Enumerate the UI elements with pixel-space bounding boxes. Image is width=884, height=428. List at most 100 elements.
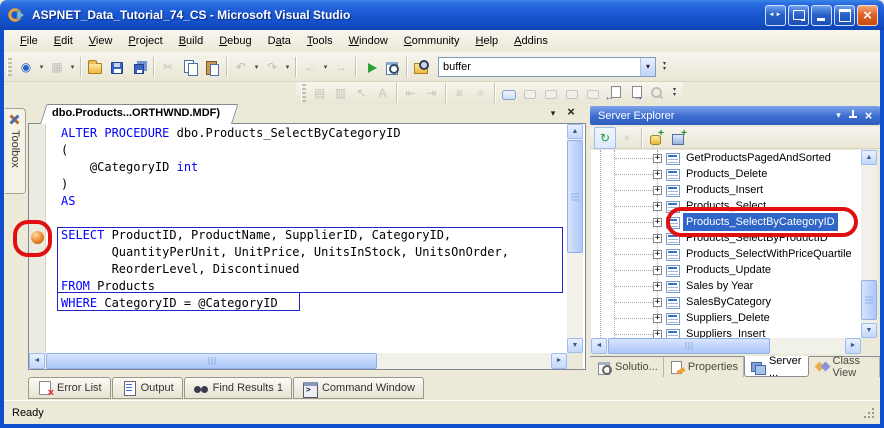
- scroll-up-icon[interactable]: ▲: [861, 150, 877, 165]
- expand-plus-icon[interactable]: [653, 170, 662, 179]
- breakpoint-glyph[interactable]: [31, 231, 44, 244]
- start-debugging-button[interactable]: [359, 56, 381, 78]
- menu-addins[interactable]: Addins: [506, 32, 556, 50]
- check-out-button[interactable]: [624, 83, 645, 103]
- expand-plus-icon[interactable]: [653, 314, 662, 323]
- toolbar-overflow-chevron-icon[interactable]: [668, 88, 681, 98]
- menu-project[interactable]: Project: [120, 32, 170, 50]
- server-explorer-tree[interactable]: GetProductsPagedAndSortedProducts_Delete…: [591, 150, 861, 338]
- tree-item-products-select[interactable]: Products_Select: [591, 198, 861, 214]
- open-file-button[interactable]: [84, 56, 106, 78]
- toolbar-grip[interactable]: [301, 84, 306, 102]
- title-bar[interactable]: ASPNET_Data_Tutorial_74_CS - Microsoft V…: [0, 0, 884, 30]
- tree-item-suppliers-insert[interactable]: Suppliers_Insert: [591, 326, 861, 338]
- scroll-up-icon[interactable]: ▲: [567, 124, 583, 139]
- expand-plus-icon[interactable]: [653, 218, 662, 227]
- toolbar-overflow-chevron-icon[interactable]: [658, 62, 671, 72]
- tree-item-products-update[interactable]: Products_Update: [591, 262, 861, 278]
- tree-item-sales-by-year[interactable]: Sales by Year: [591, 278, 861, 294]
- menu-tools[interactable]: Tools: [299, 32, 341, 50]
- scrollbar-thumb[interactable]: [46, 353, 377, 369]
- close-panel-icon[interactable]: [861, 108, 876, 123]
- close-document-icon[interactable]: [564, 105, 578, 119]
- menu-edit[interactable]: Edit: [46, 32, 81, 50]
- tree-item-products-selectbycategoryid[interactable]: Products_SelectByCategoryID: [591, 214, 861, 230]
- scroll-down-icon[interactable]: ▼: [861, 323, 877, 338]
- find-combobox-input[interactable]: [439, 59, 640, 75]
- tree-item-salesbycategory[interactable]: SalesByCategory: [591, 294, 861, 310]
- tree-item-suppliers-delete[interactable]: Suppliers_Delete: [591, 310, 861, 326]
- new-website-button[interactable]: ◉: [15, 56, 37, 78]
- tree-item-products-delete[interactable]: Products_Delete: [591, 166, 861, 182]
- expand-plus-icon[interactable]: [653, 250, 662, 259]
- expand-plus-icon[interactable]: [653, 266, 662, 275]
- expand-plus-icon[interactable]: [653, 154, 662, 163]
- panel-tab-properties[interactable]: Properties: [664, 357, 744, 377]
- tree-horizontal-scrollbar[interactable]: ◄ ►: [591, 338, 861, 354]
- panel-tab-class-view[interactable]: Class View: [809, 357, 880, 377]
- find-in-files-button[interactable]: [410, 56, 432, 78]
- menu-build[interactable]: Build: [171, 32, 212, 50]
- bottom-tab-find-results-1[interactable]: Find Results 1: [184, 377, 292, 399]
- tree-item-products-selectwithpricequartile[interactable]: Products_SelectWithPriceQuartile: [591, 246, 861, 262]
- auto-hide-pin-icon[interactable]: [846, 108, 861, 123]
- tree-vertical-scrollbar[interactable]: ▲ ▼: [861, 150, 877, 338]
- save-button[interactable]: [106, 56, 128, 78]
- panel-tab-solutio[interactable]: Solutio...: [591, 357, 664, 377]
- tree-item-getproductspagedandsorted[interactable]: GetProductsPagedAndSorted: [591, 150, 861, 166]
- window-position-icon[interactable]: [831, 108, 846, 123]
- resize-grip[interactable]: [862, 406, 876, 420]
- minimize-icon[interactable]: [811, 5, 832, 26]
- code-area[interactable]: ALTER PROCEDURE dbo.Products_SelectByCat…: [47, 124, 567, 353]
- check-in-button[interactable]: [603, 83, 624, 103]
- undock-window-icon[interactable]: [788, 5, 809, 26]
- menu-file[interactable]: File: [12, 32, 46, 50]
- expand-plus-icon[interactable]: [653, 202, 662, 211]
- tree-item-products-selectbyproductid[interactable]: Products_SelectByProductID: [591, 230, 861, 246]
- scrollbar-thumb[interactable]: [608, 338, 770, 354]
- bottom-tab-error-list[interactable]: Error List: [28, 377, 111, 399]
- new-query-button[interactable]: [498, 83, 519, 103]
- copy-button[interactable]: [179, 56, 201, 78]
- toolbox-tab[interactable]: Toolbox: [5, 108, 26, 194]
- expand-plus-icon[interactable]: [653, 298, 662, 307]
- tree-item-products-insert[interactable]: Products_Insert: [591, 182, 861, 198]
- breakpoint-margin[interactable]: [29, 124, 46, 353]
- connect-server-button[interactable]: [667, 127, 689, 149]
- server-explorer-titlebar[interactable]: Server Explorer: [590, 106, 880, 125]
- refresh-button[interactable]: ↻: [594, 127, 616, 149]
- tree-item-label[interactable]: Suppliers_Insert: [683, 325, 769, 338]
- solution-explorer-button[interactable]: [381, 56, 403, 78]
- close-icon[interactable]: [857, 5, 878, 26]
- expand-plus-icon[interactable]: [653, 282, 662, 291]
- dropdown-arrow-icon[interactable]: [37, 56, 46, 78]
- scroll-left-icon[interactable]: ◄: [29, 353, 45, 369]
- bottom-tab-command-window[interactable]: Command Window: [293, 377, 424, 399]
- expand-plus-icon[interactable]: [653, 330, 662, 339]
- menu-window[interactable]: Window: [341, 32, 396, 50]
- menu-data[interactable]: Data: [260, 32, 299, 50]
- find-combobox-dropdown-icon[interactable]: [640, 58, 655, 76]
- menu-view[interactable]: View: [81, 32, 121, 50]
- expand-plus-icon[interactable]: [653, 186, 662, 195]
- editor-vertical-scrollbar[interactable]: ▲ ▼: [567, 124, 583, 353]
- document-tab[interactable]: dbo.Products...ORTHWND.MDF): [36, 104, 232, 123]
- save-all-button[interactable]: [128, 56, 150, 78]
- scroll-left-icon[interactable]: ◄: [591, 338, 607, 354]
- connect-database-button[interactable]: [645, 127, 667, 149]
- menu-debug[interactable]: Debug: [211, 32, 259, 50]
- scroll-right-icon[interactable]: ►: [551, 353, 567, 369]
- maximize-icon[interactable]: [834, 5, 855, 26]
- menu-community[interactable]: Community: [396, 32, 468, 50]
- editor-horizontal-scrollbar[interactable]: ◄ ►: [29, 353, 567, 369]
- scroll-right-icon[interactable]: ►: [845, 338, 861, 354]
- scroll-down-icon[interactable]: ▼: [567, 338, 583, 353]
- panel-tab-server[interactable]: Server ...: [744, 356, 809, 377]
- scrollbar-thumb[interactable]: [861, 280, 877, 320]
- active-files-dropdown-icon[interactable]: [546, 107, 560, 121]
- toolbar-grip[interactable]: [7, 58, 12, 76]
- scrollbar-thumb[interactable]: [567, 140, 583, 253]
- bottom-tab-output[interactable]: Output: [112, 377, 183, 399]
- switch-windows-icon[interactable]: [765, 5, 786, 26]
- paste-button[interactable]: [201, 56, 223, 78]
